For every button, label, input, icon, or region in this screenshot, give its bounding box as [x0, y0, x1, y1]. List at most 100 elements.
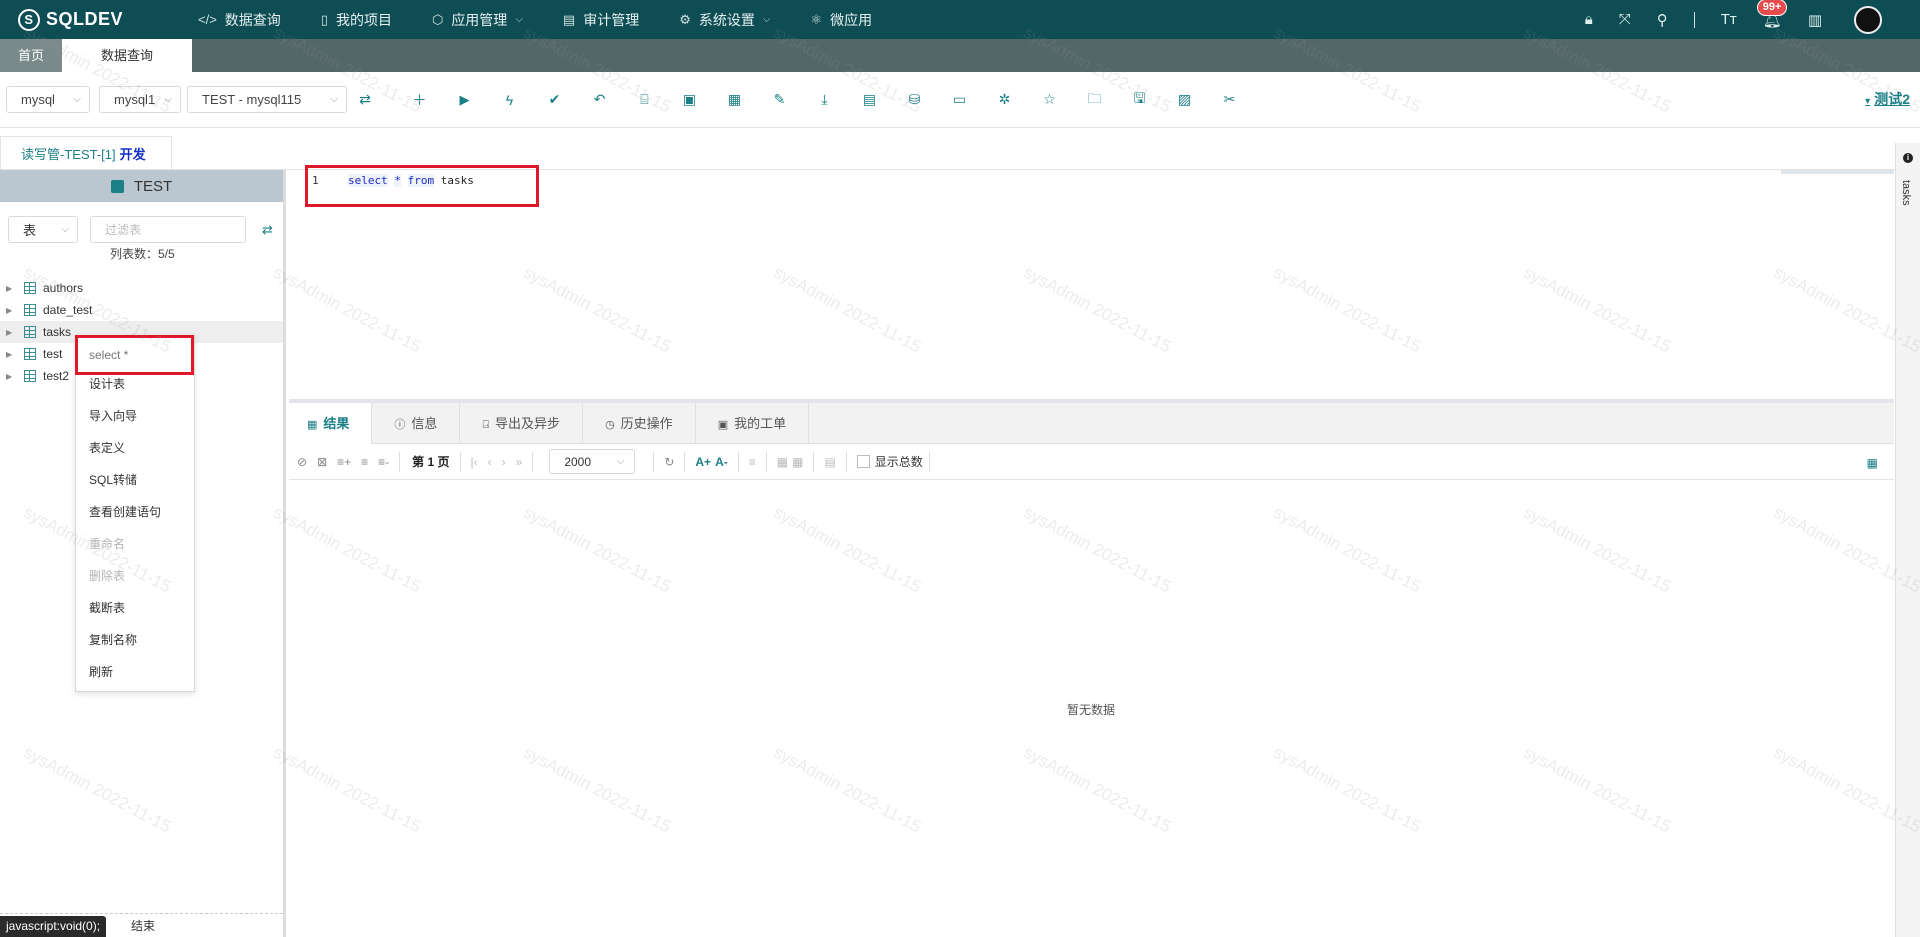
calendar-icon[interactable]: ▦: [712, 91, 757, 108]
run-icon[interactable]: ▶: [442, 92, 487, 108]
table-icon: [24, 370, 36, 382]
download-icon[interactable]: ⤓: [802, 91, 847, 108]
expand-arrow-icon[interactable]: ▶: [6, 284, 24, 293]
nav-item-0[interactable]: </> 数据查询: [198, 10, 281, 30]
tab-data-query[interactable]: 数据查询: [62, 39, 193, 72]
grid-view-icon[interactable]: ▦: [792, 455, 803, 469]
table-icon[interactable]: ▤: [847, 91, 892, 108]
object-type-value: 表: [23, 223, 37, 238]
nav-item-1[interactable]: ▯ 我的项目: [321, 10, 392, 30]
show-total-checkbox[interactable]: [856, 455, 870, 468]
star-icon[interactable]: ☆: [1027, 91, 1072, 108]
search-icon[interactable]: ⚲: [1657, 11, 1668, 29]
first-page-icon[interactable]: |‹: [471, 455, 478, 469]
table-node[interactable]: ▶ date_test: [0, 299, 283, 321]
refresh-icon[interactable]: ⇄: [262, 222, 273, 238]
context-menu-item[interactable]: 设计表: [76, 368, 194, 400]
font-decrease-button[interactable]: A-: [715, 455, 728, 469]
results-tab[interactable]: ⍈ 导出及异步: [460, 403, 584, 444]
table-view-icon[interactable]: ▦: [1867, 456, 1878, 470]
clear-icon[interactable]: ⊠: [317, 455, 327, 469]
fullscreen-icon[interactable]: ⤧: [1619, 11, 1631, 28]
next-page-icon[interactable]: ›: [502, 455, 506, 469]
context-menu-item[interactable]: 刷新: [76, 656, 194, 688]
delete-row-icon[interactable]: ≡-: [378, 455, 389, 469]
context-menu-item[interactable]: 复制名称: [76, 624, 194, 656]
message-icon[interactable]: ▥: [1808, 11, 1822, 29]
tab-home[interactable]: 首页: [0, 39, 63, 72]
bell-icon[interactable]: 🔔︎ 99+: [1756, 0, 1788, 29]
save-icon[interactable]: 🖫︎: [1117, 88, 1162, 112]
folder-icon[interactable]: 🗀︎: [1072, 88, 1117, 112]
tree-filter-bar: 表⌵ ⇄: [0, 216, 283, 243]
save-script-icon[interactable]: ▣: [667, 91, 712, 108]
context-menu-item[interactable]: SQL转储: [76, 464, 194, 496]
edit-doc-icon[interactable]: ✎: [757, 91, 802, 108]
results-tab[interactable]: ⓘ 信息: [372, 403, 461, 444]
align-icon[interactable]: ≡: [749, 455, 756, 469]
commit-icon[interactable]: ✔: [532, 91, 577, 108]
sql-code-line[interactable]: select * from tasks: [348, 174, 474, 187]
copy-icon[interactable]: ▤: [824, 455, 835, 469]
refresh-icon[interactable]: ↻: [664, 455, 674, 469]
divider: [684, 451, 686, 472]
expand-arrow-icon[interactable]: ▶: [6, 372, 24, 381]
schema-name: TEST: [133, 177, 173, 195]
add-icon[interactable]: ＋: [397, 90, 442, 110]
connection-select[interactable]: TEST - mysql115 ⌵: [187, 86, 347, 113]
connection-tab[interactable]: 读写管-TEST-[1] 开发: [0, 136, 172, 169]
filter-table-input[interactable]: [90, 216, 246, 243]
nav-item-2[interactable]: ⬡ 应用管理 ⌵: [432, 10, 523, 30]
export-icon[interactable]: ▦: [777, 455, 788, 469]
edit-row-icon[interactable]: ≡: [361, 455, 368, 469]
lightning-icon[interactable]: ϟ: [487, 92, 532, 108]
info-icon[interactable]: i: [1903, 153, 1913, 163]
db-instance-select[interactable]: mysql1 ⌵: [99, 86, 181, 113]
magic-wand-icon[interactable]: ✲: [982, 91, 1027, 108]
avatar[interactable]: [1854, 5, 1882, 34]
sync-icon[interactable]: ⇄: [347, 91, 383, 108]
context-menu-item[interactable]: 导入向导: [76, 400, 194, 432]
db-type-select[interactable]: mysql ⌵: [6, 86, 90, 113]
font-increase-button[interactable]: A+: [695, 455, 711, 469]
right-side-panel[interactable]: [1895, 143, 1920, 937]
prev-page-icon[interactable]: ‹: [488, 455, 492, 469]
sql-editor[interactable]: [289, 170, 1894, 400]
format-icon[interactable]: ⌸: [622, 91, 667, 108]
results-tab[interactable]: ▦ 结果: [289, 403, 373, 444]
lock-icon[interactable]: 🔒︎: [1585, 11, 1593, 28]
last-page-icon[interactable]: »: [516, 455, 523, 469]
results-tab[interactable]: ▣ 我的工单: [696, 403, 810, 444]
sql-text: tasks: [434, 174, 474, 187]
add-row-icon[interactable]: ≡+: [337, 455, 351, 469]
page-size-select[interactable]: 2000 ⌵: [549, 449, 636, 474]
side-panel-label[interactable]: tasks: [1900, 180, 1912, 206]
expand-arrow-icon[interactable]: ▶: [6, 306, 24, 315]
tools-icon[interactable]: ✂: [1207, 91, 1252, 108]
nav-item-3[interactable]: ▤ 审计管理: [563, 10, 639, 30]
expand-arrow-icon[interactable]: ▶: [6, 328, 24, 337]
nav-item-5[interactable]: ⚛ 微应用: [810, 10, 872, 30]
connection-tab-label: 读写管-TEST-[1]: [21, 146, 116, 162]
context-menu-item[interactable]: 截断表: [76, 592, 194, 624]
check-circle-icon[interactable]: ⊘: [297, 455, 307, 469]
table-name: authors: [43, 281, 84, 295]
table-node[interactable]: ▶ authors: [0, 277, 283, 299]
terminal-icon[interactable]: ▭: [937, 91, 982, 108]
nav-item-4[interactable]: ⚙ 系统设置 ⌵: [679, 10, 770, 30]
context-menu-item[interactable]: select *: [76, 336, 194, 368]
font-size-icon[interactable]: Tт: [1721, 11, 1737, 28]
rollback-icon[interactable]: ↶: [577, 91, 622, 108]
empty-state: 暂无数据: [1067, 703, 1116, 717]
results-tab[interactable]: ◷ 历史操作: [583, 403, 696, 444]
app-logo[interactable]: S SQLDEV: [18, 8, 198, 31]
image-icon[interactable]: ▨: [1162, 91, 1207, 108]
watermark-text: sysAdmin 2022-11-15: [1020, 742, 1175, 837]
context-menu-item[interactable]: 表定义: [76, 432, 194, 464]
context-menu-item[interactable]: 查看创建语句: [76, 496, 194, 528]
env-link[interactable]: ▾ 测试2: [1865, 89, 1910, 109]
expand-arrow-icon[interactable]: ▶: [6, 350, 24, 359]
database-icon[interactable]: ⛁: [892, 91, 937, 108]
chevron-down-icon: ⌵: [515, 14, 523, 25]
object-type-select[interactable]: 表 ⌵: [8, 216, 78, 243]
